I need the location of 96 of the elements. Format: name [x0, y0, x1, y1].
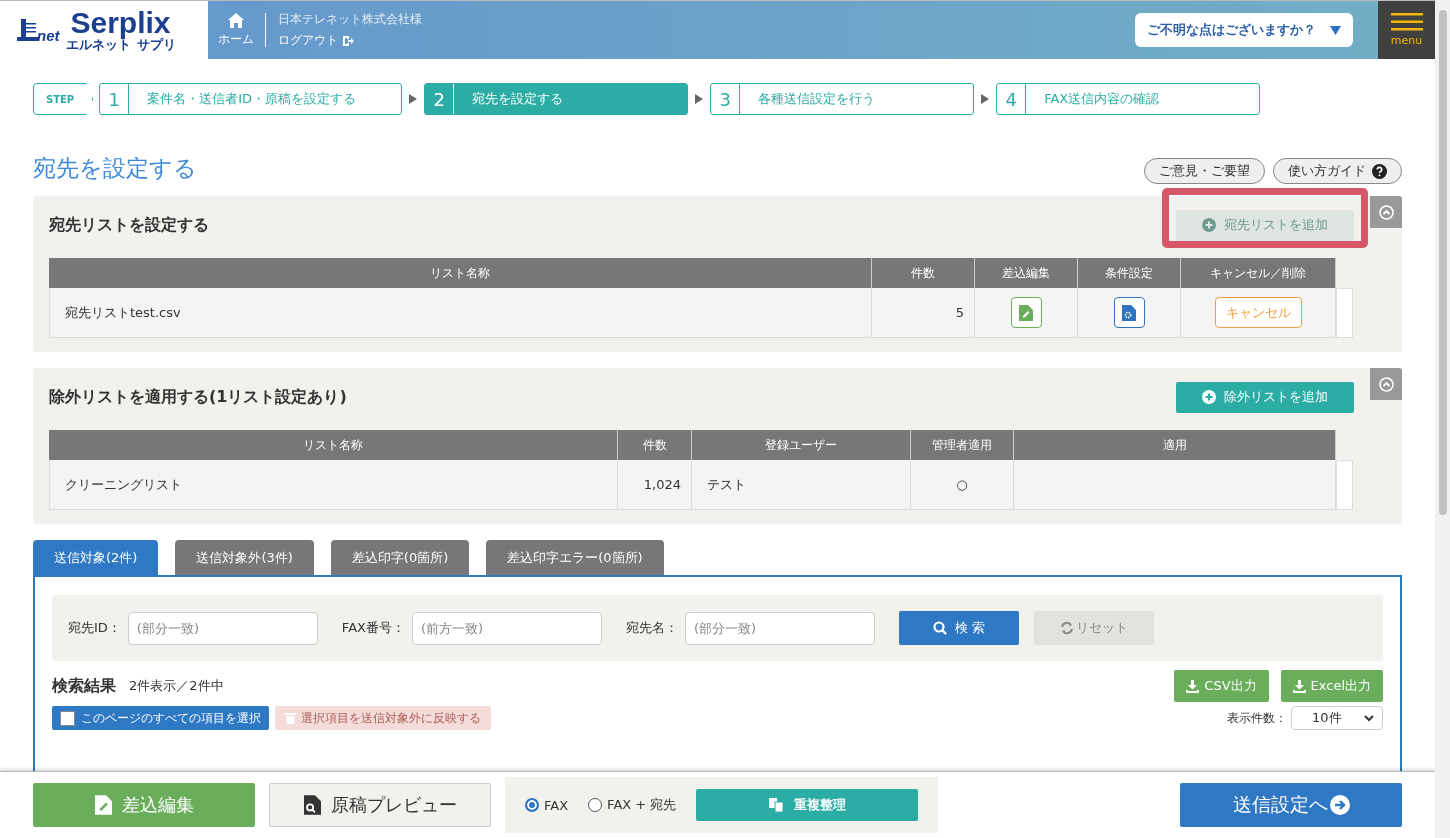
step-number: 1 [100, 84, 130, 114]
document-pencil-icon [1019, 304, 1033, 321]
section-title: 除外リストを適用する(1リスト設定あり) [49, 386, 347, 408]
column-header: リスト名称 [49, 258, 872, 288]
search-icon [932, 621, 947, 635]
table-cell: クリーニングリスト [49, 460, 618, 510]
merge-edit-button[interactable] [1010, 297, 1042, 328]
results-count: 2件表示／2件中 [129, 677, 224, 695]
document-gear-icon [1122, 304, 1136, 321]
radio-option[interactable]: FAX + 宛先 [588, 796, 677, 814]
menu-icon [1390, 13, 1423, 31]
logout-icon [342, 34, 354, 47]
step-number: 3 [711, 84, 741, 114]
dedupe-button[interactable]: 重複整理 [696, 789, 919, 821]
csv-export-button[interactable]: CSV出力 [1174, 670, 1269, 702]
field-label: 宛先名： [625, 619, 678, 637]
column-header: 適用 [1014, 430, 1336, 460]
column-header: 条件設定 [1078, 258, 1181, 288]
help-icon [1372, 163, 1387, 179]
logo-subtitle: サプリ [136, 37, 176, 52]
guide-button[interactable]: 使い方ガイド [1273, 158, 1402, 184]
table-edge-cell [1336, 460, 1353, 510]
menu-button[interactable]: menu [1378, 1, 1435, 59]
step-title: FAX送信内容の確認 [1043, 90, 1160, 108]
field-label: FAX番号： [341, 619, 405, 637]
input-field[interactable]: (前方一致) [411, 611, 602, 645]
tab[interactable]: 差込印字エラー(0箇所) [486, 540, 664, 575]
caret-icon [1330, 25, 1341, 35]
input-field[interactable]: (部分一致) [127, 611, 318, 645]
company-name: 日本テレネット株式会社様 [278, 11, 422, 28]
download-icon [1186, 679, 1200, 693]
table-cell: 5 [872, 288, 975, 338]
search-button[interactable]: 検 索 [898, 611, 1019, 645]
table-cell: 宛先リストtest.csv [49, 288, 872, 338]
page-size-select[interactable]: 10件 [1291, 706, 1383, 730]
step-title: 案件名・送信者ID・原稿を設定する [146, 90, 357, 108]
step-title: 各種送信設定を行う [757, 90, 876, 108]
refresh-icon [1059, 621, 1074, 635]
table-cell: ○ [911, 460, 1014, 510]
tab[interactable]: 送信対象(2件) [33, 540, 159, 575]
checkbox[interactable] [60, 710, 75, 726]
document-pencil-icon [94, 795, 112, 815]
results-title: 検索結果 [52, 675, 116, 697]
chevron-up-icon [1378, 204, 1394, 220]
step-number: 4 [997, 84, 1027, 114]
logo-mark-icon [17, 19, 39, 41]
logo-wordmark: Serplix [70, 8, 171, 37]
table-cell: 1,024 [618, 460, 692, 510]
chevron-up-icon [1378, 376, 1394, 392]
column-header: 差込編集 [975, 258, 1078, 288]
collapse-button[interactable] [1370, 196, 1402, 228]
logout-link[interactable]: ログアウト [278, 32, 422, 49]
help-dropdown[interactable]: ご不明な点はございますか？ [1135, 13, 1353, 47]
chevron-down-icon [1364, 714, 1374, 722]
page-size-label: 表示件数： [1227, 709, 1287, 727]
page-title: 宛先を設定する [33, 154, 197, 183]
plus-icon [1202, 218, 1216, 232]
preview-button[interactable]: 原稿プレビュー [269, 783, 491, 827]
scrollbar-thumb[interactable] [1439, 10, 1447, 515]
step-number: 2 [425, 84, 455, 114]
select-all-button[interactable]: このページのすべての項目を選択 [52, 706, 269, 730]
tab[interactable]: 送信対象外(3件) [175, 540, 314, 575]
column-header: リスト名称 [49, 430, 618, 460]
column-header: 件数 [618, 430, 692, 460]
trash-icon [285, 712, 296, 724]
documents-icon [768, 797, 784, 813]
column-header: 登録ユーザー [692, 430, 911, 460]
next-button[interactable]: 送信設定へ [1180, 783, 1402, 827]
column-header: キャンセル／削除 [1181, 258, 1336, 288]
document-search-icon [303, 795, 321, 815]
radio-button[interactable] [525, 798, 539, 812]
step-arrow-icon [695, 94, 704, 104]
step-arrow-icon [981, 94, 990, 104]
download-icon [1292, 679, 1306, 693]
excel-export-button[interactable]: Excel出力 [1280, 670, 1383, 702]
collapse-button[interactable] [1370, 368, 1402, 400]
radio-option[interactable]: FAX [525, 797, 569, 813]
home-link[interactable]: ホーム [208, 12, 265, 48]
section-title: 宛先リストを設定する [49, 214, 209, 236]
arrow-right-circle-icon [1329, 795, 1350, 815]
table-cell: テスト [692, 460, 911, 510]
radio-button[interactable] [588, 798, 603, 812]
input-field[interactable]: (部分一致) [684, 611, 875, 645]
add-exclusion-button[interactable]: 除外リストを追加 [1176, 381, 1354, 413]
home-icon [228, 12, 244, 28]
column-header: 件数 [872, 258, 975, 288]
feedback-button[interactable]: ご意見・ご要望 [1144, 158, 1265, 184]
tab[interactable]: 差込印字(0箇所) [330, 540, 470, 575]
step-title: 宛先を設定する [471, 90, 564, 108]
field-label: 宛先ID： [68, 619, 121, 637]
merge-edit-button[interactable]: 差込編集 [33, 783, 255, 827]
plus-icon [1202, 390, 1216, 404]
column-header: 管理者適用 [911, 430, 1014, 460]
scrollbar[interactable] [1435, 0, 1450, 838]
condition-settings-button[interactable] [1113, 297, 1145, 328]
step-arrow-icon [409, 94, 418, 104]
